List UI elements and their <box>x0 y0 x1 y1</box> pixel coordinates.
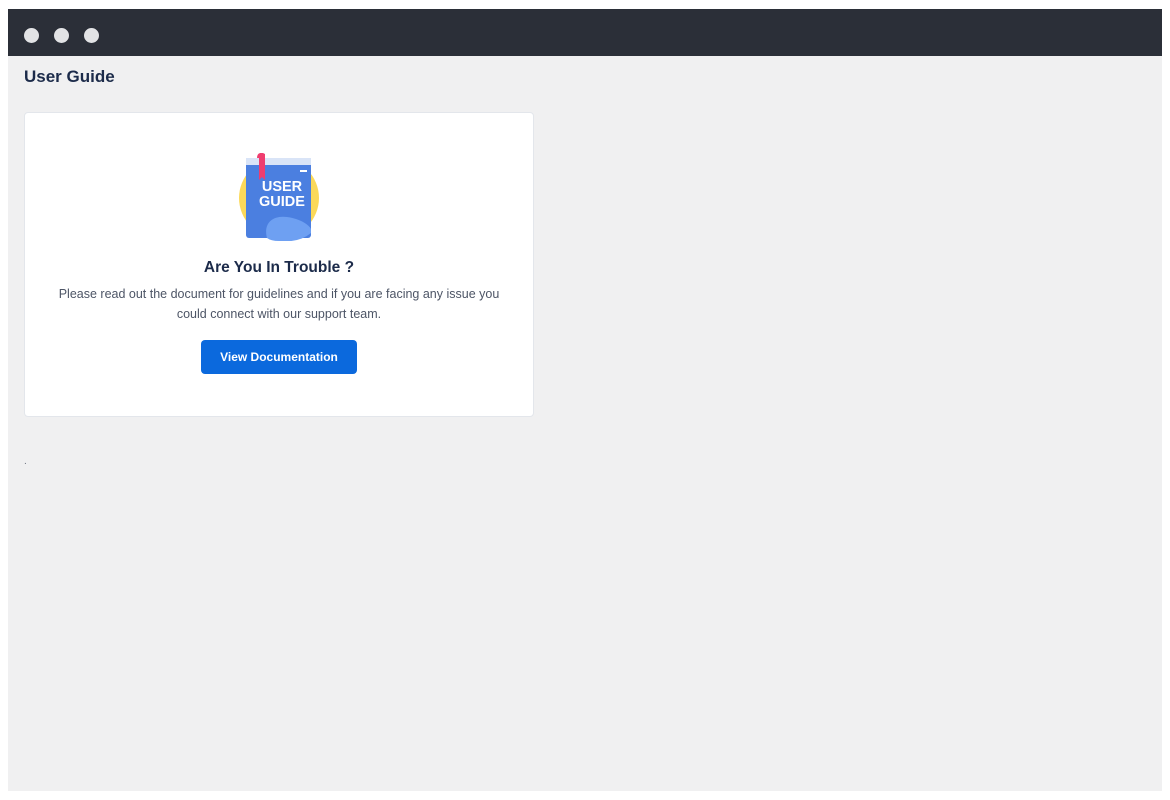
icon-text-guide: GUIDE <box>259 194 305 210</box>
window-minimize-dot[interactable] <box>54 28 69 43</box>
card-heading: Are You In Trouble ? <box>203 259 355 276</box>
user-guide-book-icon: USER GUIDE <box>239 153 319 241</box>
page-title: User Guide <box>24 67 115 86</box>
icon-text-user: USER <box>262 179 303 195</box>
card-description: Please read out the document for guideli… <box>58 287 500 321</box>
window-maximize-dot[interactable] <box>84 28 99 43</box>
window-titlebar <box>8 9 1162 56</box>
footer-text: . <box>24 456 27 467</box>
browser-window: User Guide USER GUIDE Are You In Trouble… <box>8 9 1162 791</box>
view-documentation-button[interactable]: View Documentation <box>201 340 357 374</box>
user-guide-card: USER GUIDE Are You In Trouble ? Please r… <box>24 112 534 417</box>
window-close-dot[interactable] <box>24 28 39 43</box>
